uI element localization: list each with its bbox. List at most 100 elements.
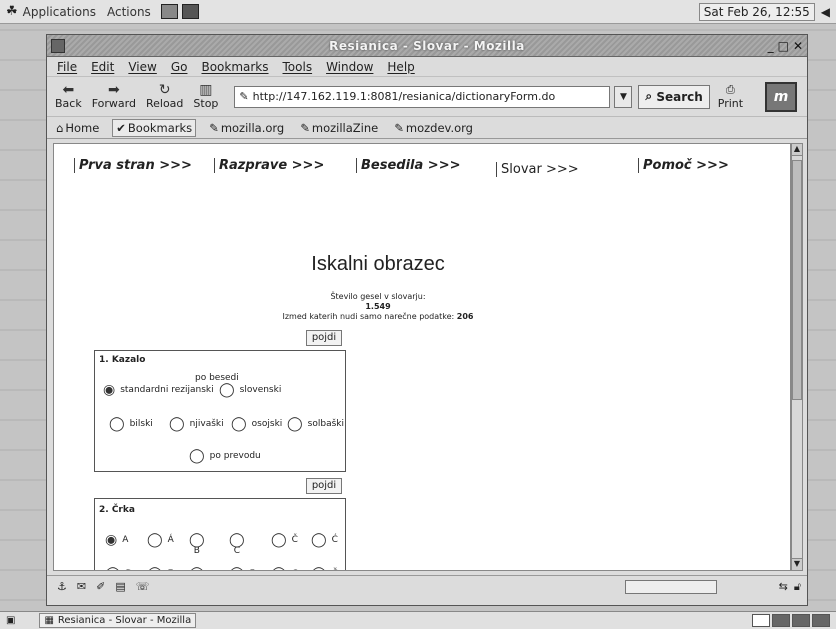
minimize-icon[interactable]: _ [768,39,774,53]
workspace-2[interactable] [772,614,790,627]
chatzilla-icon[interactable]: ☏ [136,580,150,593]
mozilla-logo-icon[interactable]: m [765,81,798,112]
bookmark-home[interactable]: ⌂ Home [53,120,102,136]
radio-letter-a-acute[interactable]: ◯ Á [147,533,174,547]
bookmark-link-icon: ✎ [209,120,219,135]
address-book-icon[interactable]: ▤ [115,580,125,593]
menu-window[interactable]: Window [326,60,373,74]
radio-icon: ◯ [189,532,205,548]
bookmarks-toolbar: ⌂ Home ✔ Bookmarks ✎ mozilla.org ✎ mozillaZi… [47,117,807,139]
radio-solbaski[interactable]: ◯ solbaški [287,417,344,431]
bookmark-mozilla-org[interactable]: ✎ mozilla.org [206,120,287,136]
bookmark-mozillazine[interactable]: ✎ mozillaZine [297,120,381,136]
launcher-icon[interactable] [160,4,178,19]
radio-osojski[interactable]: ◯ osojski [231,417,282,431]
nav-link-prva-stran[interactable]: Prva stran >>> [74,158,192,173]
radio-letter-c-acute[interactable]: ◯ Ć [311,532,338,548]
radio-po-prevodu[interactable]: ◯ po prevodu [189,448,261,464]
radio-letter-row2[interactable]: ◯F [229,567,255,570]
radio-icon: ◯ [189,448,205,464]
maximize-icon[interactable]: □ [778,39,789,53]
menu-bookmarks[interactable]: Bookmarks [201,60,268,74]
nav-link-pomoc[interactable]: Pomoč >>> [638,158,729,173]
radio-letter-row2[interactable]: ◯Ė [189,567,205,570]
letter-label: D [126,569,133,570]
radio-slovenski[interactable]: ◯ slovenski [219,383,281,397]
volume-icon[interactable]: ◀ [821,5,830,19]
radio-letter-row2[interactable]: ◯D [105,567,133,570]
forward-button[interactable]: ➡ Forward [92,83,136,110]
url-history-dropdown-icon[interactable]: ▼ [614,85,633,108]
radio-letter-c[interactable]: ◯ C [229,532,245,556]
reload-button[interactable]: ↻ Reload [146,83,183,110]
gnome-foot-icon[interactable]: ☘ [6,4,18,19]
radio-njivaski[interactable]: ◯ njivaški [169,417,224,431]
print-button[interactable]: ⎙ Print [718,83,743,110]
mozilla-task-icon: ▦ [44,615,54,626]
titlebar[interactable]: Resianica - Slovar - Mozilla _ □ ✕ [47,35,807,57]
radio-icon: ◯ [229,567,245,570]
search-icon: ⌕ [645,89,657,103]
radio-letter-b[interactable]: ◯ B [189,532,205,556]
site-icon: ✎ [239,90,249,103]
menu-tools[interactable]: Tools [283,60,313,74]
nav-link-besedila[interactable]: Besedila >>> [356,158,460,173]
scroll-up-icon[interactable]: ▲ [792,144,802,156]
search-button[interactable]: ⌕ Search [638,84,710,109]
radio-icon: ◯ [109,416,125,432]
bookmark-bookmarks[interactable]: ✔ Bookmarks [112,118,197,137]
applications-menu[interactable]: Applications [23,5,96,19]
show-desktop-icon[interactable]: ▣ [6,615,15,626]
workspace-4[interactable] [812,614,830,627]
menu-view[interactable]: View [128,60,156,74]
radio-standardni-rezijanski[interactable]: ◉ standardni rezijanski [103,383,214,397]
submit-button-section1[interactable]: pojdi [306,330,342,346]
security-lock-icon: 🔓︎ [793,579,801,593]
submit-button-section2[interactable]: pojdi [306,478,342,494]
workspace-switcher[interactable] [752,614,830,627]
radio-icon: ◯ [311,532,327,548]
vertical-scrollbar[interactable]: ▲ ▼ [791,143,803,571]
radio-selected-icon: ◉ [105,532,118,548]
url-input[interactable]: ✎ http://147.162.119.1:8081/resianica/di… [234,85,611,108]
entry-count: 1.549 [365,302,391,311]
radio-letter-a[interactable]: ◉ A [105,532,128,548]
url-text: http://147.162.119.1:8081/resianica/dict… [252,90,556,103]
forward-arrow-icon: ➡ [107,82,120,98]
clock[interactable]: Sat Feb 26, 12:55 [698,2,815,21]
menu-help[interactable]: Help [387,60,414,74]
dialect-count: 206 [456,312,474,321]
stop-button[interactable]: ▥ Stop [193,83,218,110]
workspace-1[interactable] [752,614,770,627]
radio-icon: ◯ [147,567,163,570]
bookmark-mozdev[interactable]: ✎ mozdev.org [391,120,476,136]
scroll-down-icon[interactable]: ▼ [792,558,802,570]
composer-icon[interactable]: ✐ [96,580,105,593]
radio-letter-row2[interactable]: ◯Ğ [311,567,339,570]
radio-icon: ◯ [229,532,245,548]
radio-icon: ◯ [189,567,205,570]
bookmark-link-icon: ✎ [300,120,310,135]
stats-label: Število gesel v slovarju: [330,292,426,301]
menu-edit[interactable]: Edit [91,60,114,74]
radio-letter-row2[interactable]: ◯E [147,567,173,570]
radio-letter-row2[interactable]: ◯G [271,567,299,570]
navigator-icon[interactable]: ⚓ [57,580,67,593]
progress-field [625,579,717,594]
printer-icon: ⎙ [726,83,735,96]
dictionary-stats: Število gesel v slovarju: 1.549 Izmed ka… [54,292,702,322]
actions-menu[interactable]: Actions [107,5,151,19]
back-button[interactable]: ⬅ Back [55,83,82,110]
radio-bilski[interactable]: ◯ bilski [109,416,153,432]
terminal-launcher-icon[interactable] [181,4,199,19]
radio-letter-c-caron[interactable]: ◯ Č [271,533,298,547]
workspace-3[interactable] [792,614,810,627]
menu-go[interactable]: Go [171,60,188,74]
scrollbar-thumb[interactable] [792,160,802,400]
close-icon[interactable]: ✕ [793,39,803,53]
nav-link-slovar[interactable]: Slovar >>> [496,162,579,177]
mail-icon[interactable]: ✉ [77,580,86,593]
nav-link-razprave[interactable]: Razprave >>> [214,158,324,173]
taskbar-item-mozilla[interactable]: ▦ Resianica - Slovar - Mozilla [39,613,197,628]
menu-file[interactable]: File [57,60,77,74]
